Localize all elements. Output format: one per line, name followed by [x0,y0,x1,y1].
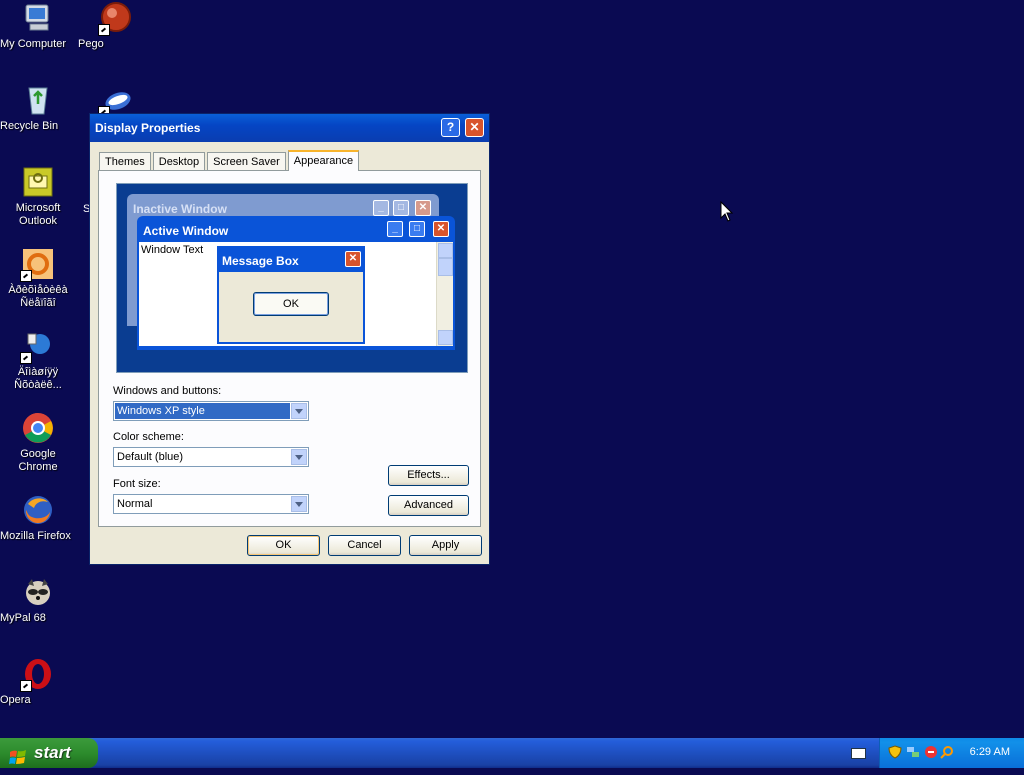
desktop-icon-app-2[interactable]: Äîìàøíÿÿ Ñõòàëê... [0,330,76,391]
desktop-icon-outlook[interactable]: Microsoft Outlook [0,166,76,227]
search-icon[interactable] [940,745,954,759]
pego-icon [98,2,132,36]
font-size-select[interactable]: Normal [113,494,309,514]
preview-message-box-title: Message Box [222,254,299,268]
color-scheme-label: Color scheme: [113,431,184,443]
chrome-icon [22,412,54,444]
ok-button[interactable]: OK [247,535,320,556]
preview-maximize-icon: □ [409,221,425,237]
desktop-icon-label: My Computer [0,38,67,50]
desktop-icon-label: Microsoft Outlook [15,202,61,227]
dialog-titlebar[interactable]: Display Properties ? ✕ [90,114,489,142]
preview-active-title: Active Window [143,224,229,238]
chevron-down-icon[interactable] [291,496,307,512]
desktop-icon-chrome[interactable]: Google Chrome [0,412,76,473]
desktop-icon-app-1[interactable]: Àðèõìåòèêà Ñëåïîãî [0,248,76,309]
desktop-icon-pego[interactable]: Pego [78,2,154,50]
keyboard-icon[interactable] [851,748,866,759]
desktop-icon-label: MyPal 68 [0,612,46,624]
shortcut-arrow-icon [20,680,32,692]
start-button[interactable]: start [0,738,98,768]
volume-icon[interactable] [924,745,938,759]
windows-buttons-select[interactable]: Windows XP style [113,401,309,421]
shortcut-arrow-icon [20,352,32,364]
desktop-icon-label: Äîìàøíÿÿ Ñõòàëê... [14,366,62,391]
desktop-icon-label: Opera [0,694,31,706]
clock[interactable]: 6:29 AM [970,746,1010,758]
scroll-thumb [438,258,453,276]
tab-themes[interactable]: Themes [99,152,151,171]
tab-appearance[interactable]: Appearance [287,150,360,171]
preview-message-box: Message Box ✕ OK [217,246,365,344]
preview-maximize-icon: □ [393,200,409,216]
shield-icon[interactable] [888,745,902,759]
font-size-value: Normal [117,498,153,510]
advanced-button[interactable]: Advanced [388,495,469,516]
preview-close-icon: ✕ [345,251,361,267]
chevron-down-icon[interactable] [291,403,307,419]
tab-strip: Themes Desktop Screen Saver Appearance [99,150,361,171]
desktop-icon-label: Recycle Bin [0,120,59,132]
desktop-icon-opera[interactable]: Opera [0,658,76,706]
taskbar: start 6:29 AM [0,738,1024,768]
scroll-up-icon [438,243,453,258]
firefox-icon [22,494,54,526]
outlook-icon [22,166,54,198]
help-button[interactable]: ? [441,118,460,137]
windows-flag-icon [9,745,27,764]
desktop-icon-my-computer[interactable]: My Computer [0,2,76,50]
desktop-icon-label: Pego [78,38,104,50]
scroll-down-icon [438,330,453,345]
close-button[interactable]: ✕ [465,118,484,137]
tab-screen-saver[interactable]: Screen Saver [207,152,286,171]
preview-message-box-body: OK [219,272,363,342]
my-computer-icon [22,2,54,34]
shortcut-arrow-icon [98,24,110,36]
desktop-icon-mypal[interactable]: MyPal 68 [0,576,76,624]
display-properties-dialog: Display Properties ? ✕ Themes Desktop Sc… [89,113,490,565]
effects-button[interactable]: Effects... [388,465,469,486]
preview-ok-button: OK [253,292,329,316]
mypal-icon [22,576,54,608]
preview-close-icon: ✕ [433,221,449,237]
appearance-panel: Inactive Window _ □ ✕ Active Window _ □ … [98,170,481,527]
recycle-bin-icon [22,84,54,116]
network-icon[interactable] [906,745,920,759]
tab-desktop[interactable]: Desktop [152,152,206,171]
windows-buttons-label: Windows and buttons: [113,385,222,397]
color-scheme-select[interactable]: Default (blue) [113,447,309,467]
app-icon-2 [20,330,54,364]
preview-minimize-icon: _ [387,221,403,237]
apply-button[interactable]: Apply [409,535,482,556]
preview-window-text: Window Text [141,244,204,256]
desktop-icon-label: Àðèõìåòèêà Ñëåïîãî [8,284,68,309]
preview-minimize-icon: _ [373,200,389,216]
font-size-label: Font size: [113,478,161,490]
desktop-icon-recycle-bin[interactable]: Recycle Bin [0,84,76,132]
color-scheme-value: Default (blue) [117,451,184,463]
cancel-button[interactable]: Cancel [328,535,401,556]
app-icon-1 [20,248,54,282]
chevron-down-icon[interactable] [291,449,307,465]
desktop-icon-firefox[interactable]: Mozilla Firefox [0,494,76,542]
windows-buttons-value: Windows XP style [115,403,290,419]
dialog-title: Display Properties [95,121,201,135]
appearance-preview: Inactive Window _ □ ✕ Active Window _ □ … [116,183,468,373]
desktop-icon-label: Google Chrome [18,448,58,473]
mouse-cursor-icon [720,200,734,226]
system-tray: 6:29 AM [879,738,1024,768]
preview-scrollbar [436,242,453,346]
preview-close-icon: ✕ [415,200,431,216]
opera-icon [20,658,54,692]
start-label: start [34,743,71,762]
partial-app-icon [98,84,132,118]
desktop-icon-label: Mozilla Firefox [0,530,71,542]
shortcut-arrow-icon [20,270,32,282]
